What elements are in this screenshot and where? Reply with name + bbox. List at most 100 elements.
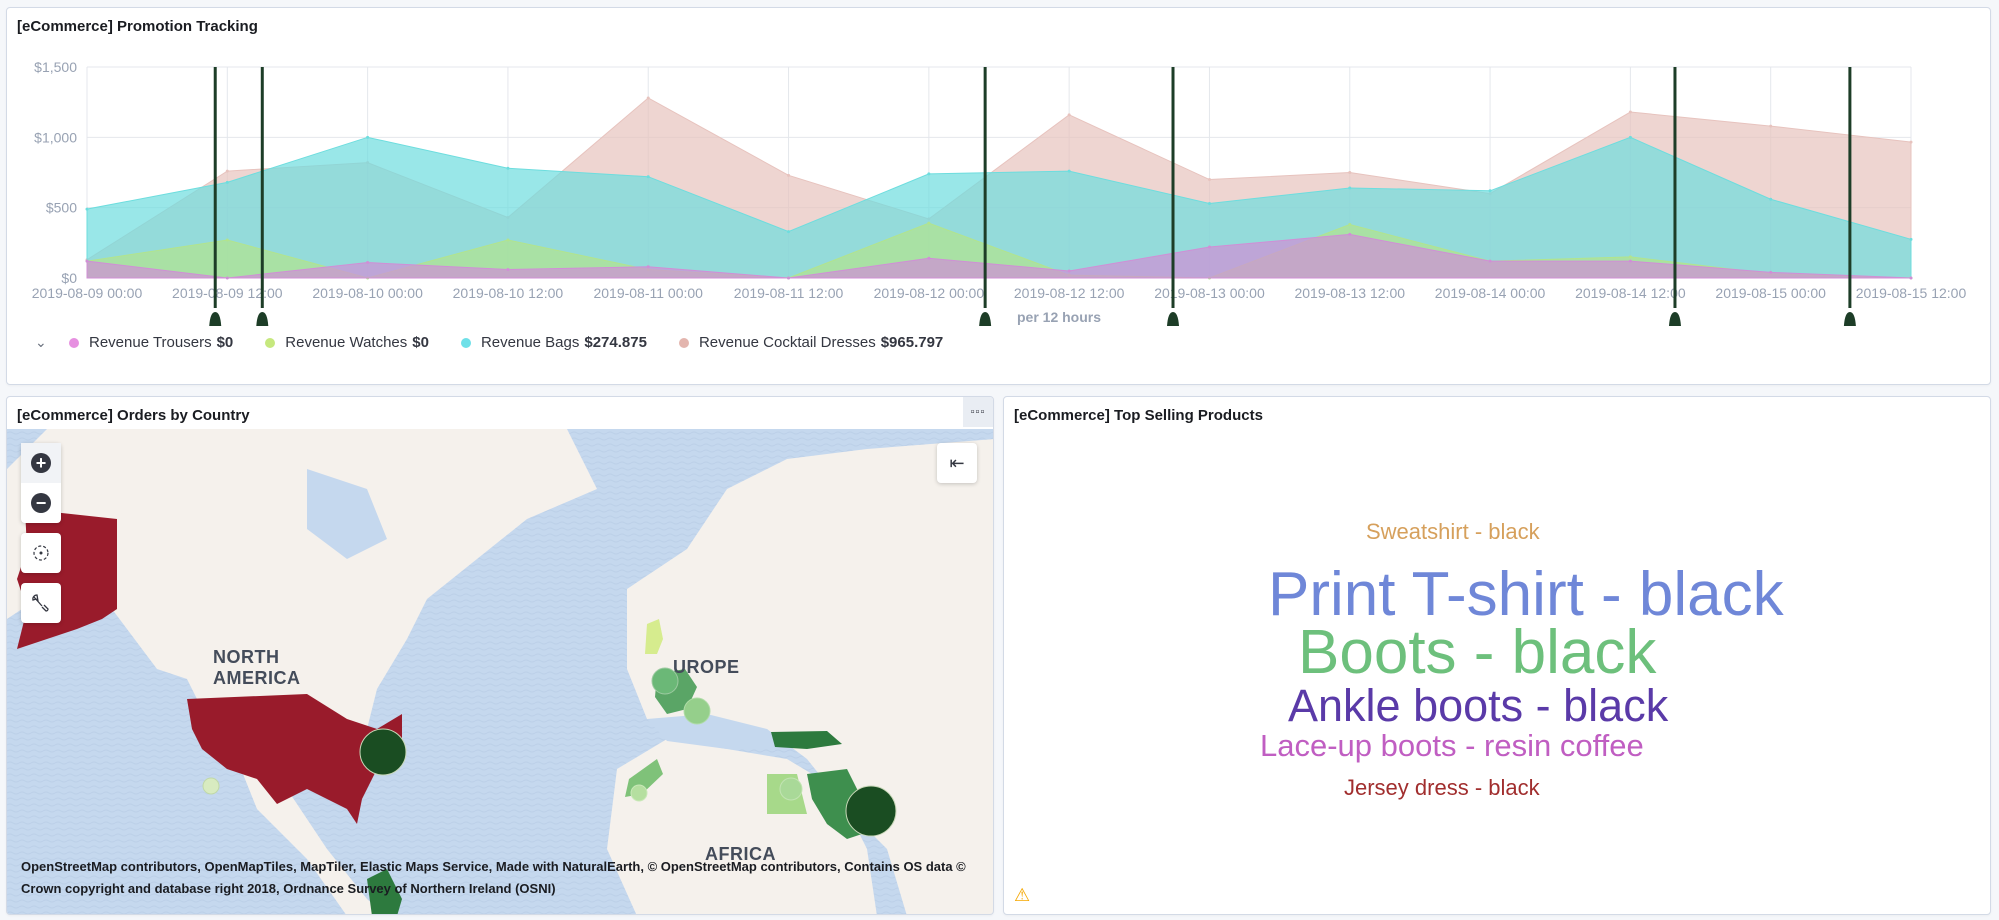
x-tick-label: 2019-08-09 12:00 — [172, 285, 283, 301]
point-revenue-bags — [1207, 201, 1211, 205]
plus-icon: + — [31, 453, 51, 473]
point-revenue-trousers — [1067, 269, 1071, 273]
legend-value: $965.797 — [880, 334, 944, 351]
x-tick-label: 2019-08-14 00:00 — [1435, 285, 1546, 301]
bell-icon — [1843, 312, 1856, 326]
point-revenue-watches — [1628, 255, 1632, 259]
panel-title: [eCommerce] Top Selling Products — [1014, 407, 1263, 424]
point-revenue-trousers — [1207, 245, 1211, 249]
legend-dot — [265, 337, 276, 348]
legend-item-trousers[interactable]: Revenue Trousers $0 — [69, 334, 233, 351]
point-revenue-bags — [506, 166, 510, 170]
y-tick-label: $1,500 — [34, 59, 77, 75]
point-revenue-cocktail-dresses — [1067, 113, 1071, 117]
point-revenue-bags — [85, 207, 89, 211]
tools-button[interactable] — [21, 583, 61, 623]
x-tick-label: 2019-08-15 12:00 — [1856, 285, 1967, 301]
point-revenue-bags — [646, 175, 650, 179]
point-revenue-bags — [787, 230, 791, 234]
map-canvas[interactable]: NORTH AMERICA UROPE AFRICA — [7, 429, 993, 914]
promotion-tracking-panel: [eCommerce] Promotion Tracking $0 $500 $1,… — [6, 7, 1991, 385]
y-tick-label: $0 — [61, 270, 77, 286]
crosshair-icon — [21, 533, 61, 573]
x-tick-label: 2019-08-11 12:00 — [734, 285, 844, 301]
legend-dot — [69, 337, 79, 348]
point-revenue-cocktail-dresses — [787, 173, 791, 177]
legend-item-cocktail-dresses[interactable]: Revenue Cocktail Dresses $965.797 — [678, 334, 944, 351]
point-revenue-trousers — [225, 276, 229, 280]
marker-morocco[interactable] — [630, 784, 648, 802]
point-revenue-cocktail-dresses — [646, 96, 650, 100]
zoom-in-button[interactable]: + — [21, 443, 61, 483]
legend-label: Revenue Watches — [285, 334, 408, 351]
x-tick-label: 2019-08-10 00:00 — [312, 285, 423, 301]
word-jersey-dress-black[interactable]: Jersey dress - black — [1344, 775, 1540, 801]
marker-france[interactable] — [683, 697, 711, 725]
minus-icon: − — [31, 493, 51, 513]
bell-icon — [256, 312, 269, 326]
warning-icon[interactable]: ⚠ — [1014, 885, 1030, 906]
x-tick-label: 2019-08-13 00:00 — [1154, 285, 1265, 301]
bell-icon — [209, 312, 222, 326]
legend-label: Revenue Bags — [480, 334, 580, 351]
point-revenue-bags — [1769, 197, 1773, 201]
world-map — [7, 429, 993, 914]
word-ankle-boots-black[interactable]: Ankle boots - black — [1288, 680, 1668, 732]
point-revenue-trousers — [506, 268, 510, 272]
legend-label: Revenue Cocktail Dresses — [698, 334, 876, 351]
point-revenue-trousers — [646, 265, 650, 269]
marker-egypt[interactable] — [779, 777, 803, 801]
point-revenue-trousers — [787, 276, 791, 280]
x-tick-label: 2019-08-13 12:00 — [1294, 285, 1405, 301]
point-revenue-cocktail-dresses — [1348, 171, 1352, 174]
marker-new-york[interactable] — [359, 728, 407, 776]
fit-to-data-button[interactable] — [21, 533, 61, 573]
point-revenue-bags — [1348, 186, 1352, 190]
y-tick-label: $500 — [46, 200, 77, 216]
map-attribution: OpenStreetMap contributors, OpenMapTiles… — [21, 859, 966, 896]
x-tick-label: 2019-08-09 00:00 — [32, 285, 143, 301]
chart-legend: ⌄ Revenue Trousers $0 Revenue Watches $0… — [35, 334, 975, 351]
legend-value: $0 — [216, 334, 234, 351]
marker-california[interactable] — [202, 777, 220, 795]
y-tick-label: $1,000 — [34, 129, 77, 145]
layer-control-button[interactable]: ⇤ — [937, 443, 977, 483]
wrench-icon — [21, 583, 61, 623]
word-sweatshirt-black[interactable]: Sweatshirt - black — [1366, 519, 1540, 545]
point-revenue-watches — [506, 238, 510, 242]
panel-options-button[interactable]: ▫▫▫ — [963, 397, 993, 427]
point-revenue-trousers — [927, 256, 931, 260]
point-revenue-trousers — [1488, 259, 1492, 263]
point-revenue-bags — [927, 172, 931, 176]
list-collapse-icon: ⇤ — [949, 452, 965, 473]
word-lace-up-boots-resin-coffee[interactable]: Lace-up boots - resin coffee — [1260, 728, 1644, 764]
point-revenue-bags — [1909, 237, 1913, 241]
panel-title: [eCommerce] Orders by Country — [17, 407, 250, 424]
legend-item-bags[interactable]: Revenue Bags $274.875 — [460, 334, 647, 351]
point-revenue-cocktail-dresses — [1628, 110, 1632, 114]
word-boots-black[interactable]: Boots - black — [1298, 617, 1656, 688]
x-tick-label: 2019-08-12 12:00 — [1014, 285, 1125, 301]
x-axis-title: per 12 hours — [1017, 309, 1101, 325]
x-tick-label: 2019-08-14 12:00 — [1575, 285, 1686, 301]
zoom-out-button[interactable]: − — [21, 483, 61, 523]
point-revenue-bags — [366, 135, 370, 139]
legend-value: $274.875 — [584, 334, 647, 351]
point-revenue-cocktail-dresses — [225, 169, 229, 173]
point-revenue-watches — [225, 238, 229, 242]
x-tick-label: 2019-08-12 00:00 — [874, 285, 985, 301]
chevron-down-icon[interactable]: ⌄ — [35, 334, 55, 351]
point-revenue-watches — [1348, 223, 1352, 227]
x-tick-label: 2019-08-10 12:00 — [453, 285, 564, 301]
legend-item-watches[interactable]: Revenue Watches $0 — [265, 334, 429, 351]
point-revenue-watches — [927, 221, 931, 225]
ellipsis-icon: ▫▫▫ — [970, 406, 986, 418]
label-europe: UROPE — [673, 657, 740, 677]
point-revenue-cocktail-dresses — [1207, 178, 1211, 182]
marker-uae[interactable] — [845, 785, 897, 837]
point-revenue-bags — [1628, 135, 1632, 139]
bell-icon — [1167, 312, 1180, 326]
point-revenue-cocktail-dresses — [1769, 124, 1773, 128]
point-revenue-cocktail-dresses — [1909, 140, 1913, 144]
point-revenue-bags — [225, 180, 229, 184]
